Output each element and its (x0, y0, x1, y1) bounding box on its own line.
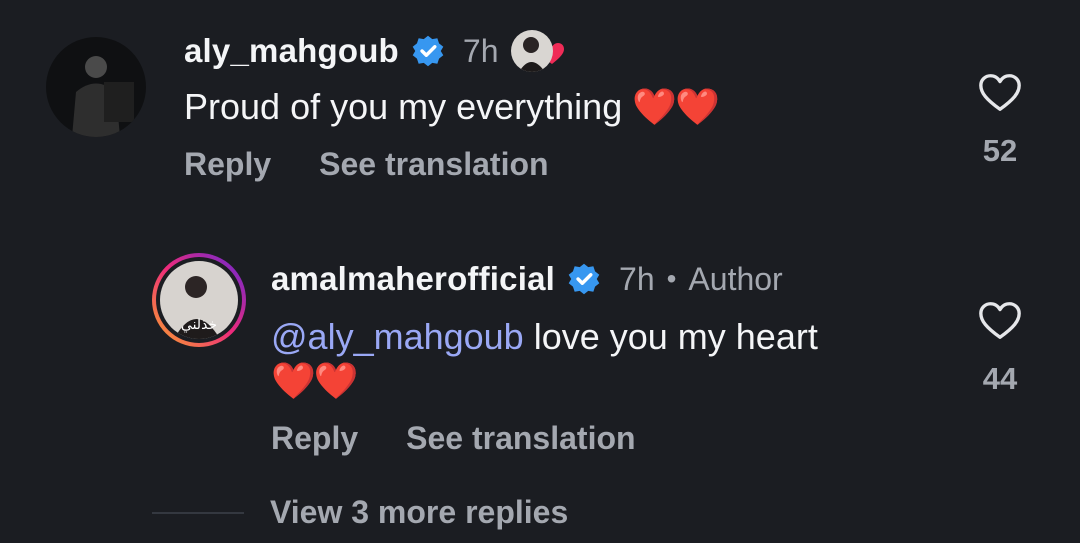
username[interactable]: aly_mahgoub (184, 32, 399, 70)
timestamp: 7h (619, 260, 655, 297)
username-row: amalmaherofficial 7h • Author (271, 256, 783, 302)
comment-text: @aly_mahgoub love you my heart (271, 316, 818, 357)
heart-outline-icon[interactable] (977, 70, 1023, 116)
reply-button[interactable]: Reply (271, 420, 358, 457)
verified-badge-icon (412, 35, 444, 67)
divider-line (152, 511, 244, 514)
separator-dot: • (666, 263, 677, 294)
author-liked-thumbnail (510, 30, 553, 72)
comment-actions: Reply See translation (184, 146, 549, 183)
verified-badge-icon (568, 263, 600, 295)
see-translation-button[interactable]: See translation (406, 420, 635, 457)
reply-button[interactable]: Reply (184, 146, 271, 183)
username-row: aly_mahgoub 7h (184, 28, 565, 74)
heart-outline-icon[interactable] (977, 298, 1023, 344)
like-count: 44 (982, 361, 1018, 396)
mention-link[interactable]: @aly_mahgoub (271, 316, 524, 357)
comment-text: Proud of you my everything ❤️❤️ (184, 86, 720, 127)
author-badge: Author (688, 260, 783, 297)
avatar[interactable]: خذلني (152, 253, 246, 347)
see-translation-button[interactable]: See translation (319, 146, 548, 183)
like-count: 52 (982, 133, 1018, 168)
view-more-replies[interactable]: View 3 more replies (152, 494, 568, 531)
heart-emoji: ❤️❤️ (271, 360, 359, 401)
like-control: 52 (975, 70, 1025, 169)
username[interactable]: amalmaherofficial (271, 260, 555, 298)
svg-text:خذلني: خذلني (181, 317, 217, 333)
like-control: 44 (975, 298, 1025, 397)
view-more-replies-label[interactable]: View 3 more replies (270, 494, 568, 531)
avatar[interactable] (46, 37, 146, 137)
comment-actions: Reply See translation (271, 420, 636, 457)
heart-emoji: ❤️❤️ (632, 86, 720, 127)
timestamp: 7h (462, 32, 499, 69)
